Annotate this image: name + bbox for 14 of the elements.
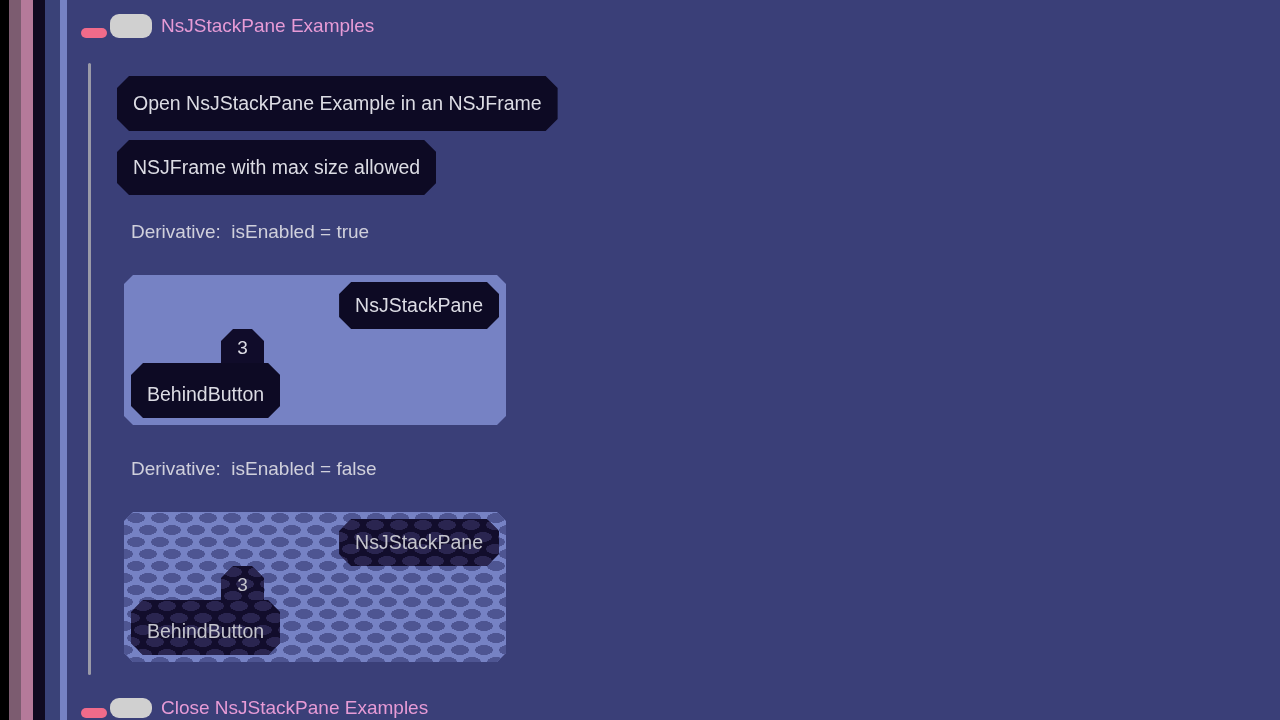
derivative-label: Derivative: isEnabled = false xyxy=(131,458,377,480)
front-button[interactable]: NsJStackPane xyxy=(339,282,499,329)
toggle-switch[interactable] xyxy=(81,698,152,718)
toggle-switch[interactable] xyxy=(81,14,152,38)
count-badge: 3 xyxy=(221,566,264,600)
toggle-label[interactable]: Close NsJStackPane Examples xyxy=(161,698,429,718)
front-button[interactable]: NsJStackPane xyxy=(339,519,499,566)
behind-button[interactable]: BehindButton xyxy=(131,600,281,655)
count-badge: 3 xyxy=(221,329,264,363)
behind-button[interactable]: BehindButton xyxy=(131,363,281,418)
toggle-label[interactable]: NsJStackPane Examples xyxy=(161,16,375,36)
derivative-label: Derivative: isEnabled = true xyxy=(131,221,370,243)
action-button[interactable]: Open NsJStackPane Example in an NSJFrame xyxy=(117,76,558,131)
action-button[interactable]: NSJFrame with max size allowed xyxy=(117,140,437,195)
